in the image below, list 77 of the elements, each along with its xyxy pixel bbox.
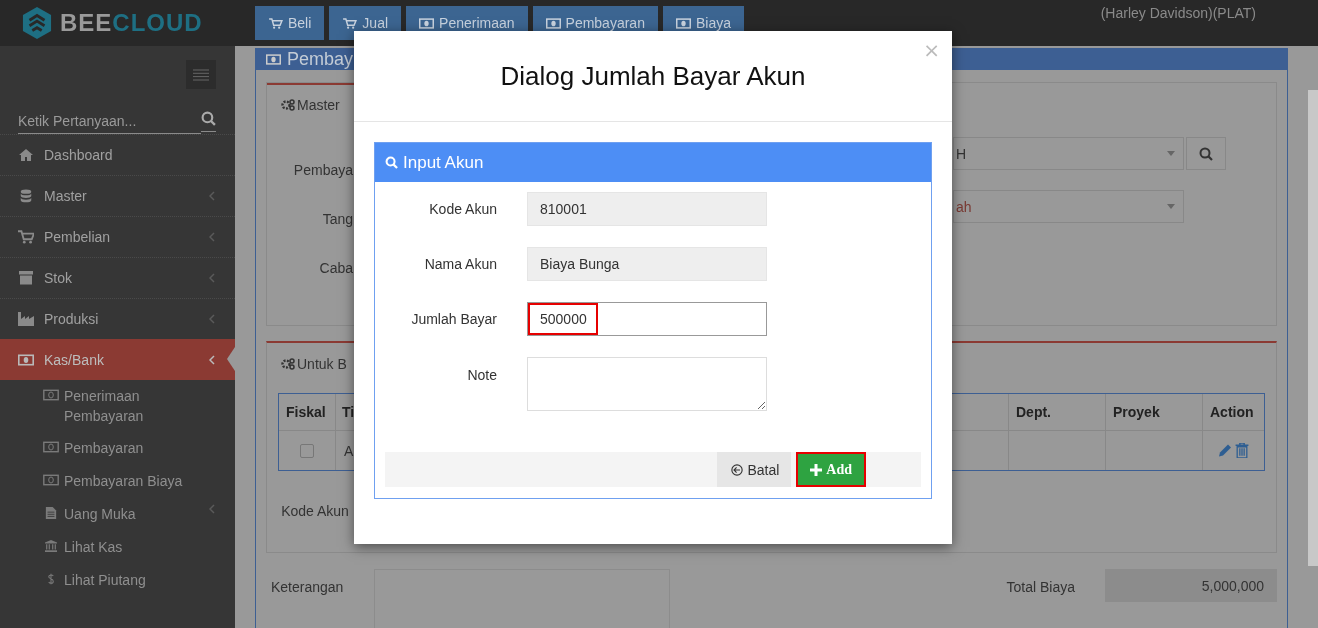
- submenu-item[interactable]: Pembayaran Biaya: [0, 465, 235, 498]
- banknote-icon: [419, 17, 435, 29]
- column-header: Action: [1203, 394, 1264, 431]
- submenu-item[interactable]: Lihat Piutang: [0, 564, 235, 597]
- logo-text: BEE: [60, 9, 113, 37]
- total-field: 5,000,000: [1105, 569, 1277, 602]
- archive-icon: [18, 271, 34, 285]
- menu-item[interactable]: Dashboard: [0, 134, 235, 175]
- add-button[interactable]: Add: [796, 452, 866, 487]
- column-header: Proyek: [1106, 394, 1203, 431]
- section-tab[interactable]: Untuk B: [267, 343, 361, 385]
- logo-icon: [22, 6, 52, 40]
- factory-icon: [18, 312, 34, 326]
- menu-item[interactable]: Stok: [0, 257, 235, 298]
- database-icon: [18, 189, 34, 203]
- page-title: Pembay: [287, 49, 354, 70]
- menu-toggle-button[interactable]: [186, 60, 216, 89]
- banknote-icon: [18, 352, 34, 367]
- dialog-title: Dialog Jumlah Bayar Akun: [500, 60, 806, 92]
- field-label: Kode Akun: [428, 201, 497, 217]
- submenu-item[interactable]: Pembayaran: [0, 432, 235, 465]
- search-icon: [385, 156, 398, 169]
- back-arrow-icon: [731, 463, 744, 476]
- note-field[interactable]: [527, 357, 767, 411]
- search-icon: [201, 111, 216, 132]
- readonly-field[interactable]: Biaya Bunga: [527, 247, 767, 281]
- search-field[interactable]: Ketik Pertanyaan...: [18, 109, 201, 134]
- submenu-item[interactable]: Uang Muka: [0, 498, 235, 531]
- trash-icon[interactable]: [1235, 443, 1249, 458]
- caret-icon: [1167, 151, 1175, 156]
- menu-item[interactable]: Pembelian: [0, 216, 235, 257]
- form-label: Tang: [322, 210, 353, 228]
- form-label: Kode Akun: [280, 502, 350, 521]
- checkbox[interactable]: [300, 443, 314, 458]
- menu-icon: [193, 68, 209, 81]
- nav-button[interactable]: Beli: [255, 6, 325, 40]
- caret-icon: [1167, 204, 1175, 209]
- home-icon: [18, 148, 34, 162]
- panel-title: Input Akun: [403, 152, 484, 173]
- edit-icon[interactable]: [1218, 443, 1232, 458]
- cart-icon: [268, 17, 283, 29]
- column-header: Dept.: [1009, 394, 1106, 431]
- menu-item[interactable]: Kas/Bank: [0, 339, 235, 380]
- banknote-icon: [43, 474, 59, 486]
- field-label: Jumlah Bayar: [410, 311, 497, 327]
- field-label: Note: [466, 366, 497, 383]
- field-label: Nama Akun: [423, 256, 497, 272]
- search-button[interactable]: [1186, 137, 1226, 170]
- form-label: Caba: [319, 259, 353, 277]
- user-name: (Harley Davidson)(PLAT): [1100, 5, 1256, 21]
- banknote-icon: [675, 17, 691, 29]
- banknote-icon: [43, 389, 59, 401]
- submenu-item[interactable]: Penerimaan Pembayaran: [0, 380, 235, 432]
- submenu-item[interactable]: Lihat Kas: [0, 531, 235, 564]
- form-label: Keterangan: [271, 579, 345, 595]
- amount-field[interactable]: 500000: [527, 302, 767, 336]
- banknote-icon: [43, 441, 59, 453]
- bank-icon: [43, 540, 59, 552]
- cart-icon: [342, 17, 358, 29]
- scrollbar[interactable]: [1308, 90, 1318, 566]
- cancel-button[interactable]: Batal: [717, 452, 792, 487]
- form-label: Total Biaya: [1006, 579, 1075, 595]
- gears-icon: [281, 99, 295, 111]
- document-icon: [43, 507, 59, 519]
- cart-icon: [18, 230, 34, 244]
- menu-item[interactable]: Master: [0, 175, 235, 216]
- plus-icon: [810, 463, 823, 476]
- readonly-field[interactable]: 810001: [527, 192, 767, 226]
- banknote-icon: [266, 54, 281, 65]
- logo-text: CLOUD: [112, 9, 203, 37]
- select-field[interactable]: ah: [953, 190, 1184, 223]
- column-header: Fiskal: [279, 394, 336, 431]
- form-label: Pembaya: [293, 161, 353, 179]
- select-field[interactable]: H: [953, 137, 1184, 170]
- search-icon: [1199, 146, 1213, 161]
- banknote-icon: [545, 17, 561, 29]
- gears-icon: [281, 358, 295, 370]
